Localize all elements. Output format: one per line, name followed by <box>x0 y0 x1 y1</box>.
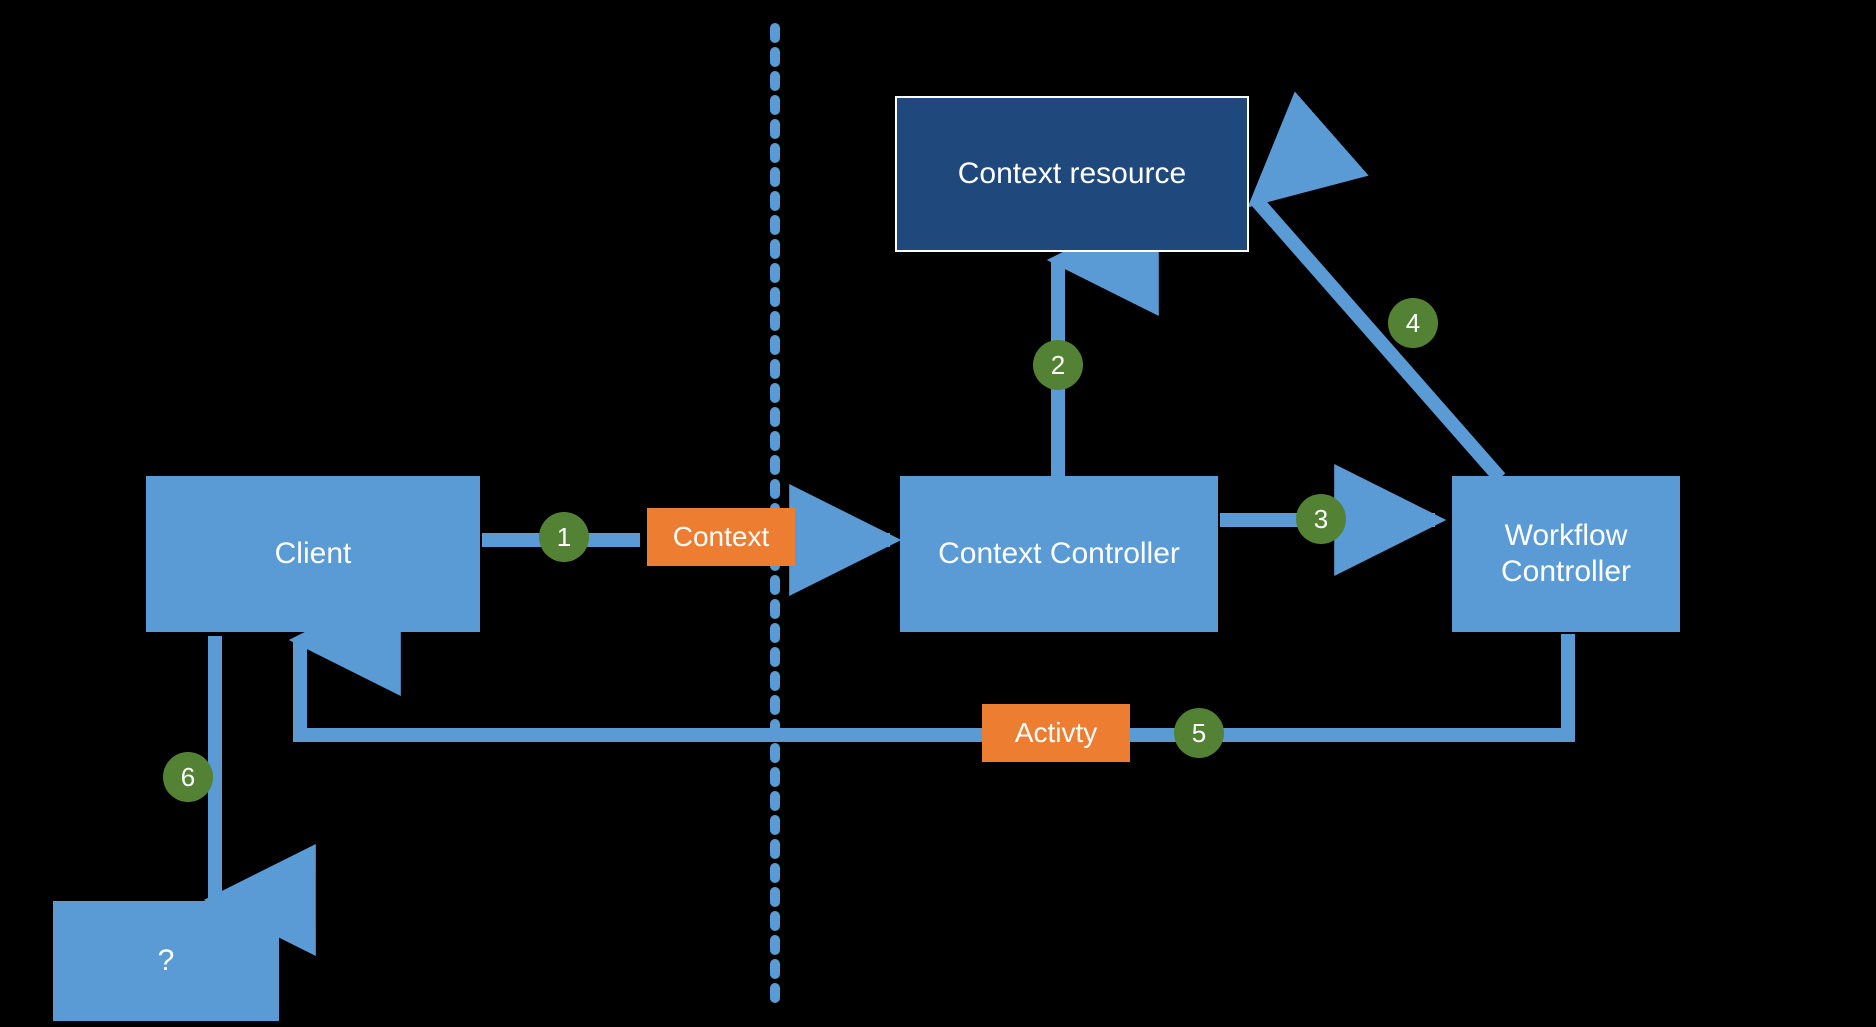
step-5: 5 <box>1174 708 1224 758</box>
label: Activty <box>1015 716 1097 750</box>
label: 5 <box>1192 718 1206 749</box>
label: Client <box>275 536 352 572</box>
step-1: 1 <box>539 512 589 562</box>
label: Context resource <box>958 156 1186 192</box>
step-3: 3 <box>1296 494 1346 544</box>
arrow-4 <box>1256 200 1500 478</box>
box-question: ? <box>53 901 279 1021</box>
label: 4 <box>1406 308 1420 339</box>
label: 2 <box>1051 350 1065 381</box>
label: 3 <box>1314 504 1328 535</box>
diagram-canvas: Context resource Client Context Controll… <box>0 0 1876 1027</box>
step-4: 4 <box>1388 298 1438 348</box>
label-activity: Activty <box>982 704 1130 762</box>
arrow-5 <box>300 634 1568 735</box>
label-context: Context <box>647 508 795 566</box>
label: Context <box>673 520 770 554</box>
label: 1 <box>557 522 571 553</box>
step-2: 2 <box>1033 340 1083 390</box>
label: 6 <box>181 762 195 793</box>
label: Workflow Controller <box>1501 518 1631 590</box>
box-context-controller: Context Controller <box>900 476 1218 632</box>
box-workflow-controller: Workflow Controller <box>1452 476 1680 632</box>
label: ? <box>158 943 175 979</box>
box-client: Client <box>146 476 480 632</box>
step-6: 6 <box>163 752 213 802</box>
label: Context Controller <box>938 536 1180 572</box>
box-context-resource: Context resource <box>895 96 1249 252</box>
